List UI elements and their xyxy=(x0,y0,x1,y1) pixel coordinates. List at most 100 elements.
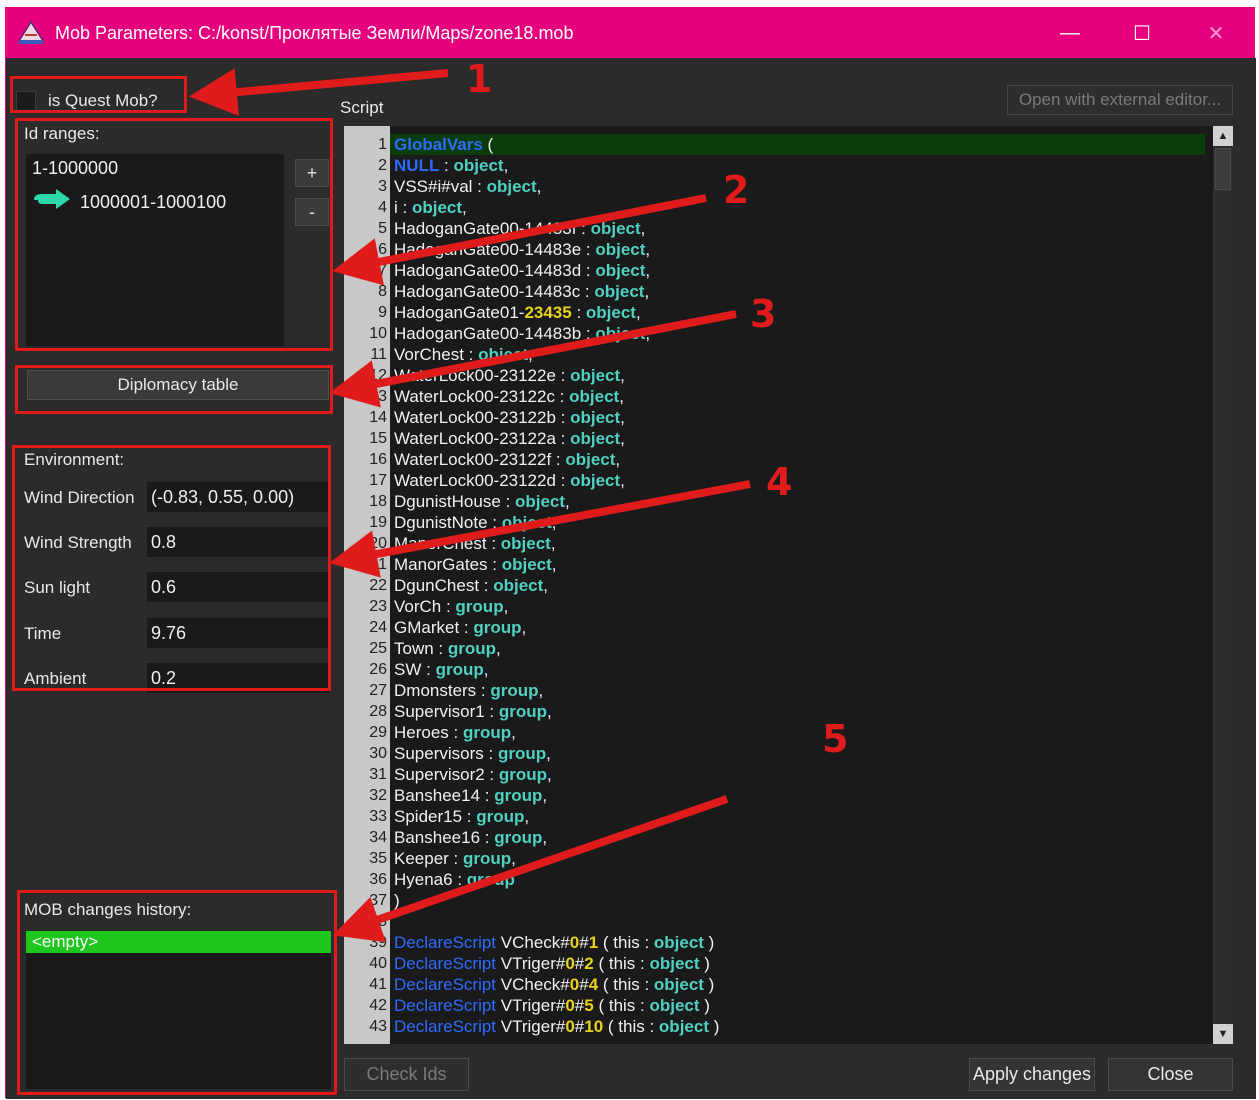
current-line-highlight xyxy=(390,134,1205,155)
id-range-item[interactable]: 1000001-1000100 xyxy=(80,192,226,213)
code-token: Supervisor2 : xyxy=(394,765,499,784)
history-list[interactable]: <empty> xyxy=(26,931,331,1089)
code-token-kw-type: object xyxy=(590,219,641,238)
code-token: , xyxy=(615,450,621,469)
code-token-kw-def: DeclareScript xyxy=(394,1017,497,1036)
diplomacy-table-button[interactable]: Diplomacy table xyxy=(27,370,329,400)
code-token: ) xyxy=(708,1017,720,1036)
code-token-kw-type: object xyxy=(493,576,544,595)
code-token: ( xyxy=(482,135,494,154)
code-token-kw-num: 0 xyxy=(565,1017,575,1036)
code-token: VCheck# xyxy=(496,933,570,952)
wind-direction-input[interactable]: (-0.83, 0.55, 0.00) xyxy=(147,482,330,512)
code-token: , xyxy=(542,786,548,805)
scroll-down-arrow-icon[interactable]: ▼ xyxy=(1213,1024,1233,1044)
code-token: , xyxy=(462,198,467,217)
line-number: 43 xyxy=(369,1018,387,1035)
code-token: , xyxy=(620,471,625,490)
remove-range-button[interactable]: - xyxy=(295,198,329,226)
code-token-kw-type: object xyxy=(653,975,704,994)
code-token: ) xyxy=(703,933,715,952)
id-range-item[interactable]: 1-1000000 xyxy=(32,158,118,179)
ambient-input[interactable]: 0.2 xyxy=(147,663,330,693)
code-token: DgunistHouse : xyxy=(394,492,515,511)
maximize-button[interactable]: ☐ xyxy=(1122,16,1162,50)
code-text: Supervisor1 : group, xyxy=(394,701,552,722)
code-token-kw-type: group xyxy=(455,597,504,616)
code-token-kw-def: DeclareScript xyxy=(394,975,497,994)
code-token-kw-type: object xyxy=(594,282,645,301)
code-token-kw-type: object xyxy=(570,408,621,427)
line-number: 3 xyxy=(378,178,387,195)
open-external-editor-button[interactable]: Open with external editor... xyxy=(1007,85,1233,115)
code-token-kw-type: object xyxy=(585,303,636,322)
code-token: ) xyxy=(699,996,710,1015)
code-text: Hyena6 : group xyxy=(394,869,515,890)
title-bar[interactable]: Mob Parameters: C:/konst/Проклятые Земли… xyxy=(6,8,1254,58)
line-number: 2 xyxy=(378,157,387,174)
line-number: 7 xyxy=(378,262,387,279)
close-button[interactable]: Close xyxy=(1108,1058,1233,1091)
code-text: HadoganGate00-14483c : object, xyxy=(394,281,649,302)
code-token: Supervisors : xyxy=(394,744,498,763)
code-token: , xyxy=(547,702,552,721)
code-text: HadoganGate00-14483b : object, xyxy=(394,323,650,344)
quest-mob-checkbox-row[interactable]: is Quest Mob? xyxy=(16,89,158,113)
code-text: Banshee16 : group, xyxy=(394,827,547,848)
code-text: DgunistHouse : object, xyxy=(394,491,570,512)
code-token-kw-type: group xyxy=(462,723,512,742)
scroll-thumb[interactable] xyxy=(1215,148,1231,190)
code-token: WaterLock00-23122f : xyxy=(394,450,566,469)
apply-changes-button[interactable]: Apply changes xyxy=(969,1058,1095,1091)
code-token: , xyxy=(511,849,516,868)
code-token: , xyxy=(620,408,625,427)
quest-mob-checkbox[interactable] xyxy=(16,91,36,111)
line-number: 5 xyxy=(378,220,387,237)
time-input[interactable]: 9.76 xyxy=(147,618,330,648)
line-number: 9 xyxy=(378,304,387,321)
script-scrollbar[interactable]: ▲ ▼ xyxy=(1213,126,1233,1044)
id-ranges-list[interactable]: 1-1000000 1000001-1000100 xyxy=(26,154,284,346)
mob-parameters-window: Mob Parameters: C:/konst/Проклятые Земли… xyxy=(5,7,1256,1099)
check-ids-button[interactable]: Check Ids xyxy=(344,1058,469,1091)
code-token: , xyxy=(483,660,489,679)
code-token-kw-num: 0 xyxy=(565,954,575,973)
code-text: i : object, xyxy=(394,197,467,218)
script-label: Script xyxy=(340,98,384,117)
code-token-kw-type: object xyxy=(658,1017,709,1036)
line-number: 42 xyxy=(369,997,387,1014)
script-editor[interactable]: 1 GlobalVars (2 NULL : object, 3 VSS#i#val… xyxy=(344,126,1233,1044)
scroll-up-arrow-icon[interactable]: ▲ xyxy=(1213,126,1233,146)
code-token-kw-type: object xyxy=(514,492,566,511)
code-token: WaterLock00-23122e : xyxy=(394,366,571,385)
line-number: 40 xyxy=(369,955,387,972)
code-token: HadoganGate00-14483c : xyxy=(394,282,595,301)
wind-strength-input[interactable]: 0.8 xyxy=(147,527,330,557)
window-title: Mob Parameters: C:/konst/Проклятые Земли… xyxy=(55,23,574,43)
add-range-button[interactable]: + xyxy=(295,159,329,187)
code-token: i : xyxy=(394,198,412,217)
code-token-kw-type: group xyxy=(498,765,548,784)
code-token: , xyxy=(538,681,544,700)
code-token: , xyxy=(645,261,651,280)
right-arrow-icon xyxy=(34,189,70,209)
code-text: WaterLock00-23122d : object, xyxy=(394,470,625,491)
code-text: Banshee14 : group, xyxy=(394,785,547,806)
close-window-button[interactable]: ✕ xyxy=(1196,16,1236,50)
line-number: 36 xyxy=(369,871,387,888)
code-token: , xyxy=(551,555,557,574)
code-token: HadoganGate00-14483e : xyxy=(394,240,596,259)
code-token-kw-type: group xyxy=(447,639,497,658)
minimize-button[interactable]: — xyxy=(1050,16,1090,50)
code-text: WaterLock00-23122e : object, xyxy=(394,365,625,386)
sun-light-input[interactable]: 0.6 xyxy=(147,572,330,602)
code-token: , xyxy=(645,324,651,343)
wind-strength-label: Wind Strength xyxy=(24,533,132,552)
code-text: HadoganGate00-14483e : object, xyxy=(394,239,650,260)
code-token: Banshee14 : xyxy=(394,786,495,805)
history-item[interactable]: <empty> xyxy=(26,931,331,953)
code-token: WaterLock00-23122b : xyxy=(394,408,571,427)
sun-light-label: Sun light xyxy=(24,578,91,597)
code-token-kw-type: object xyxy=(595,324,646,343)
code-token-kw-num: 4 xyxy=(588,975,599,994)
